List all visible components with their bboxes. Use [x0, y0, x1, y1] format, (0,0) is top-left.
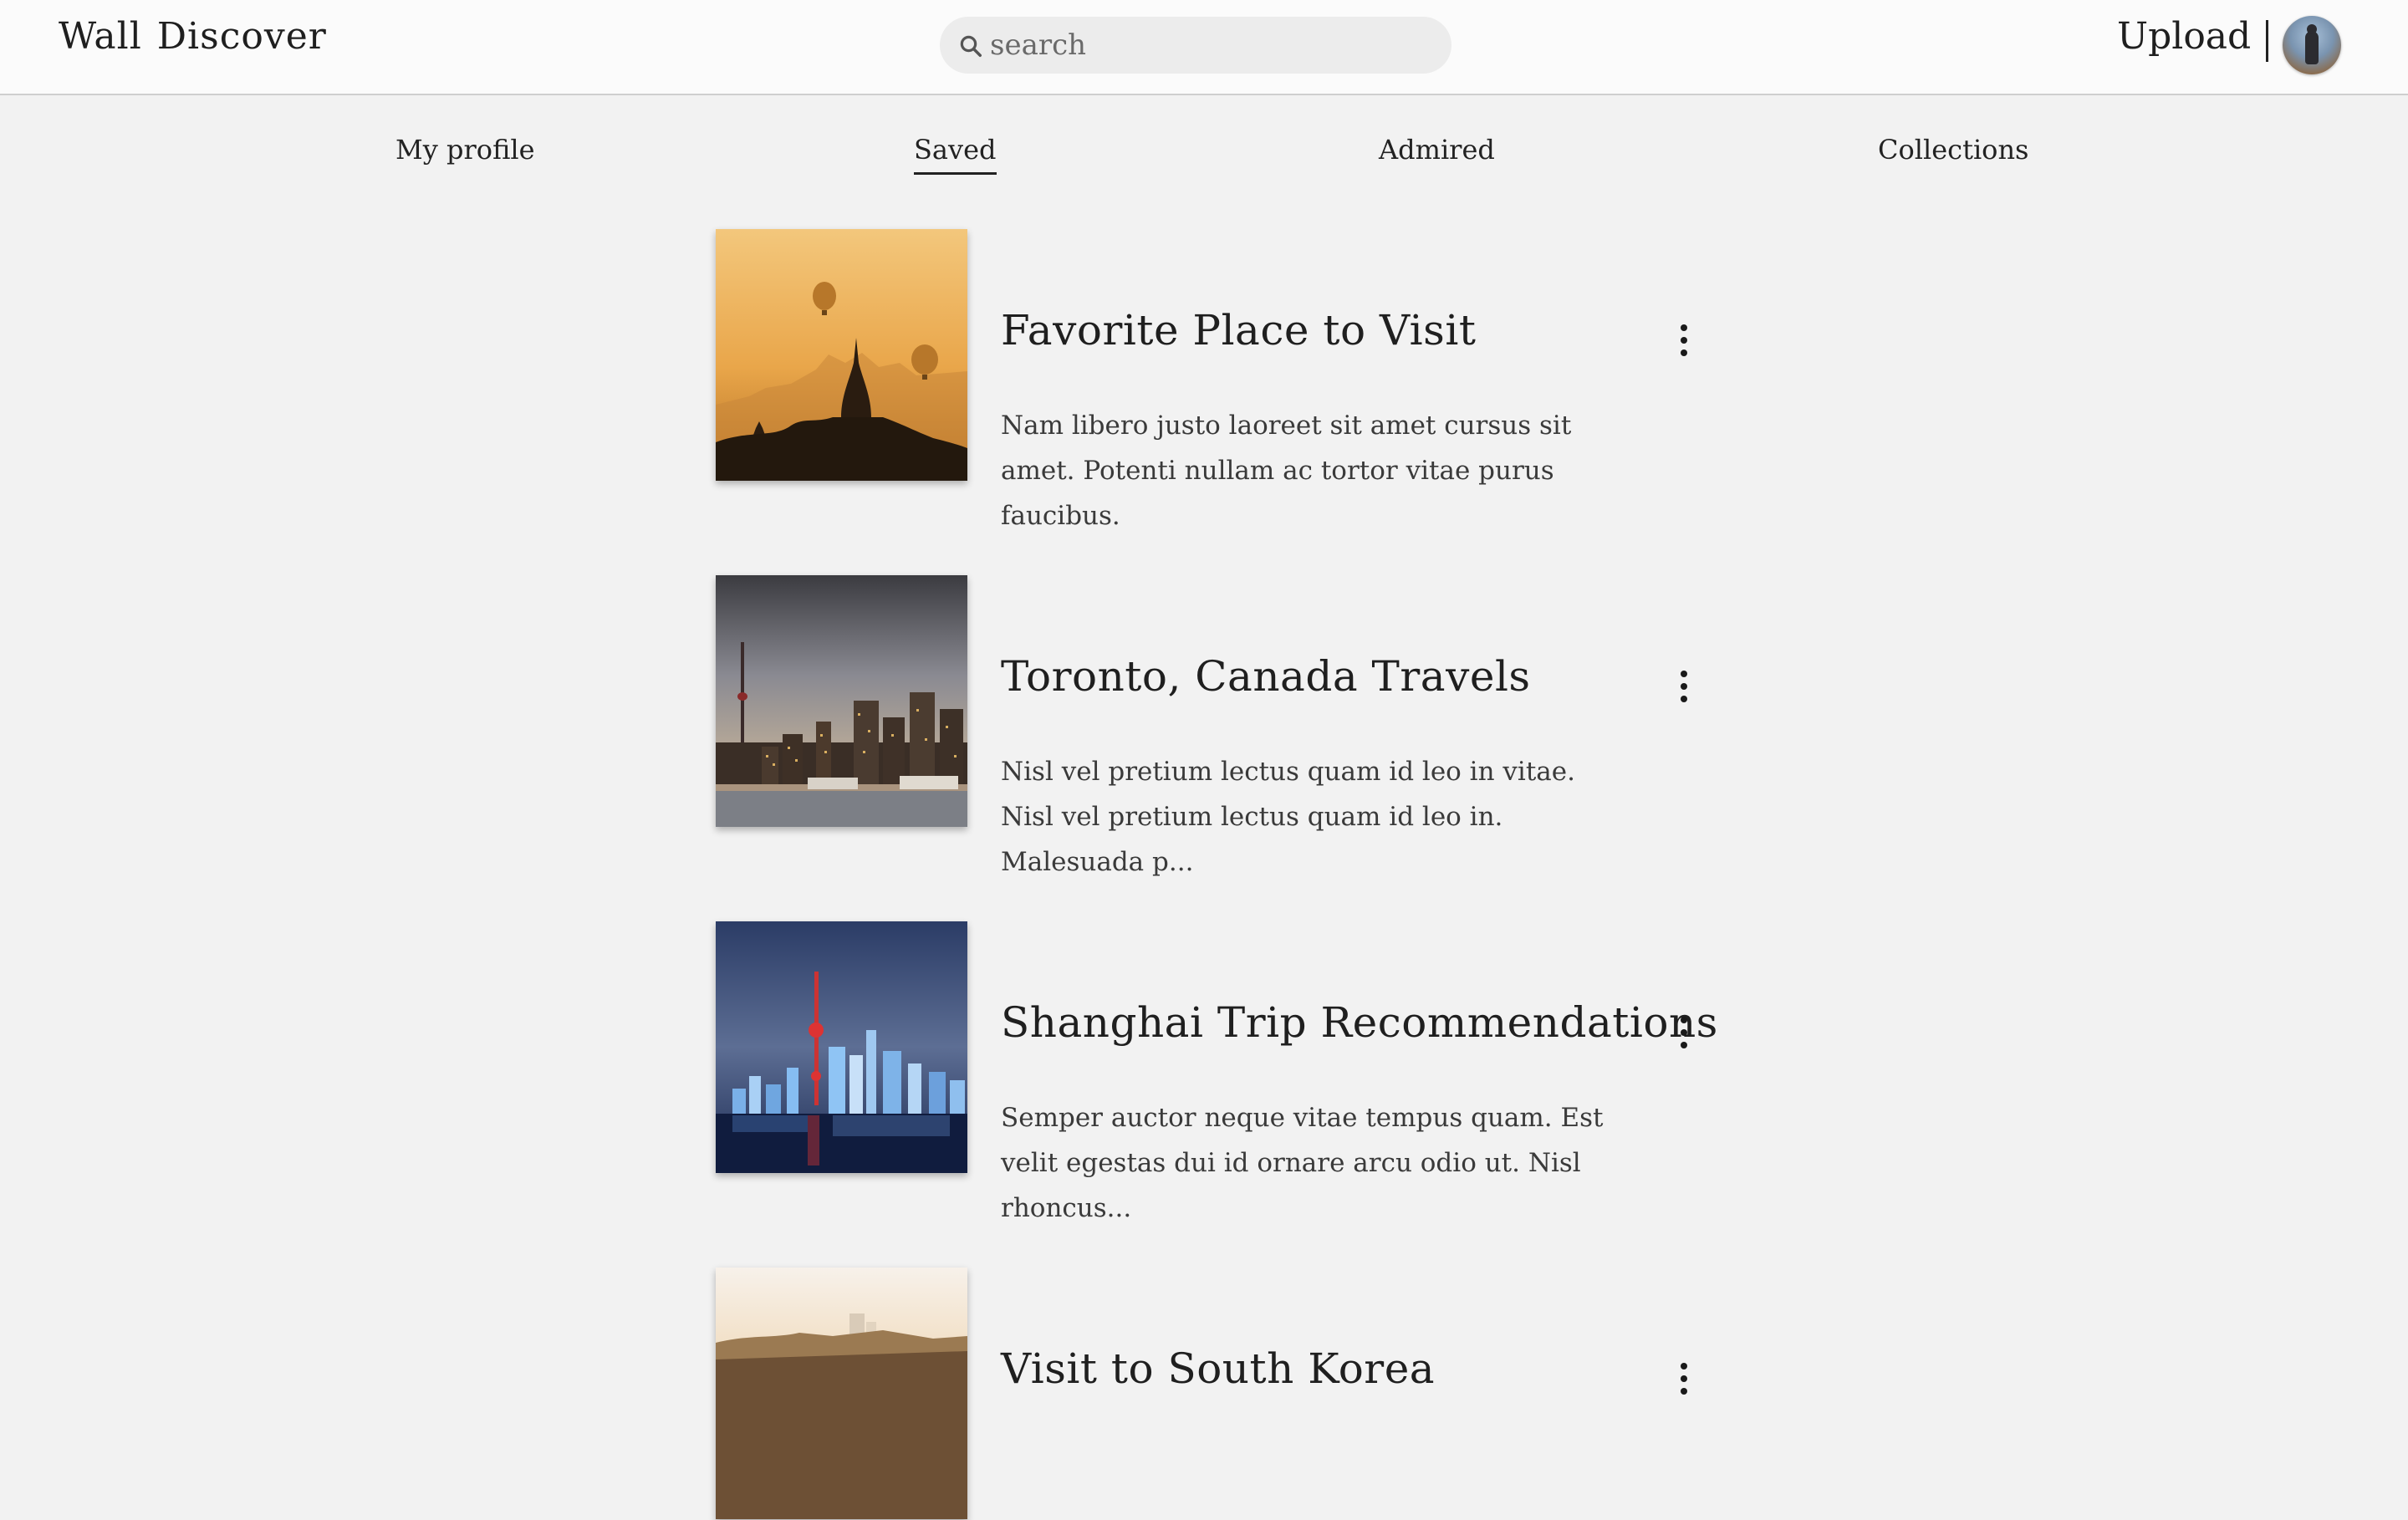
tab-admired[interactable]: Admired — [1379, 134, 1495, 172]
logo-wall: Wall — [59, 15, 142, 58]
tab-saved[interactable]: Saved — [914, 134, 997, 175]
list-item[interactable]: Shanghai Trip Recommendations Semper auc… — [716, 921, 1719, 1223]
thumbnail-bagan[interactable] — [716, 229, 967, 481]
thumbnail-shanghai[interactable] — [716, 921, 967, 1173]
thumbnail-south-korea[interactable] — [716, 1268, 967, 1519]
avatar-figure-head — [2307, 24, 2317, 34]
search-icon — [960, 35, 982, 57]
user-avatar[interactable] — [2283, 16, 2341, 74]
more-vertical-icon[interactable] — [1667, 664, 1701, 709]
top-bar: Wall Discover Upload — [0, 0, 2408, 95]
more-vertical-icon[interactable] — [1667, 318, 1701, 363]
search-input[interactable] — [990, 23, 1425, 67]
item-title[interactable]: Visit to South Korea — [1001, 1344, 1435, 1393]
header-divider — [2266, 20, 2268, 62]
more-vertical-icon[interactable] — [1667, 1010, 1701, 1055]
item-title[interactable]: Favorite Place to Visit — [1001, 306, 1476, 354]
shanghai-image — [716, 921, 967, 1173]
list-item[interactable]: Visit to South Korea — [716, 1268, 1719, 1520]
search-bar[interactable] — [940, 17, 1451, 74]
logo-discover[interactable]: Discover — [157, 15, 327, 58]
bagan-image — [716, 229, 967, 481]
toronto-image — [716, 575, 967, 827]
tab-my-profile[interactable]: My profile — [395, 134, 535, 172]
thumbnail-toronto[interactable] — [716, 575, 967, 827]
item-description: Nam libero justo laoreet sit amet cursus… — [1001, 411, 1572, 531]
avatar-figure — [2305, 31, 2319, 64]
list-item[interactable]: Toronto, Canada Travels Nisl vel pretium… — [716, 575, 1719, 877]
item-description: Nisl vel pretium lectus quam id leo in v… — [1001, 757, 1575, 877]
south-korea-image — [716, 1268, 967, 1519]
list-item[interactable]: Favorite Place to Visit Nam libero justo… — [716, 229, 1719, 531]
item-title[interactable]: Toronto, Canada Travels — [1001, 652, 1531, 701]
app-logo[interactable]: Wall Discover — [59, 15, 327, 58]
tab-collections[interactable]: Collections — [1878, 134, 2028, 172]
profile-tabs: My profile Saved Admired Collections — [0, 134, 2408, 184]
upload-button[interactable]: Upload — [2117, 15, 2251, 58]
item-title[interactable]: Shanghai Trip Recommendations — [1001, 998, 1718, 1047]
item-description: Semper auctor neque vitae tempus quam. E… — [1001, 1103, 1604, 1223]
